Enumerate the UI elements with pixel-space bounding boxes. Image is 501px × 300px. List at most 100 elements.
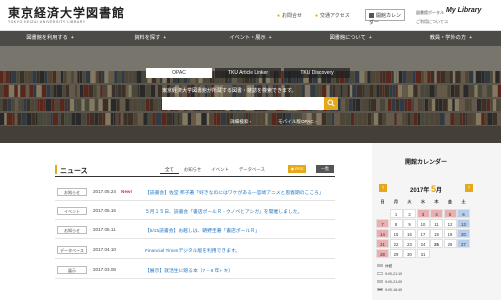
news-row: お知らせ 2017.05.24 New! 【読書会】佐堂 邦子著「好きなのにはワ… xyxy=(55,185,335,201)
nav-item-about[interactable]: 図書館について + xyxy=(301,31,401,46)
calendar-day[interactable]: 26 xyxy=(443,239,457,248)
calendar-icon xyxy=(369,13,374,18)
calendar-day[interactable]: 14 xyxy=(376,229,389,238)
calendar-month: 2017年 5月 xyxy=(410,184,443,194)
calendar-day xyxy=(430,249,443,258)
more-link[interactable]: もっと見る xyxy=(452,115,472,121)
calendar-day[interactable]: 24 xyxy=(416,239,430,248)
rss-button[interactable]: ◉ RSS xyxy=(288,165,306,173)
news-filters: 全て お知らせ イベント データベース xyxy=(160,167,270,174)
category-badge: お知らせ xyxy=(57,188,87,196)
calendar-day xyxy=(457,249,470,258)
calendar-day[interactable]: 10 xyxy=(416,219,430,228)
calendar-day[interactable]: 15 xyxy=(389,229,403,238)
category-badge: データベース xyxy=(57,246,87,254)
news-link[interactable]: Financial Timesデジタル版を利用できます。 xyxy=(145,247,240,254)
header-link-contact[interactable]: ● お問合せ xyxy=(277,12,302,19)
calendar-day[interactable]: 21 xyxy=(376,239,389,248)
my-library-link[interactable]: My Library xyxy=(446,7,481,14)
news-link[interactable]: 【展示】就活生に贈る本（7 ‒ 8 年+ キ） xyxy=(145,267,233,274)
rss-icon: ◉ xyxy=(290,166,295,171)
prev-month-button[interactable]: ‹ xyxy=(379,184,387,192)
weekday-label: 月 xyxy=(393,199,399,204)
filter-database[interactable]: データベース xyxy=(234,167,270,174)
nav-item-search[interactable]: 資料を探す + xyxy=(100,31,200,46)
news-link[interactable]: ５月１５日、読書会「書店ポールＲ - クノペとアシガ」を開催しました。 xyxy=(145,208,302,215)
calendar-day[interactable]: 25 xyxy=(430,239,443,248)
header-link-access[interactable]: ● 交通アクセス xyxy=(315,12,350,19)
plus-icon: + xyxy=(163,35,167,41)
tab-article-linker[interactable]: TKU Article Linker xyxy=(215,68,281,78)
news-link[interactable]: 【読書会】佐堂 邦子著「好きなのにはワケがある―宮崎アニメと思春期のこころ」 xyxy=(145,189,324,196)
search-icon xyxy=(327,99,335,107)
search-description: 東京経済大学図書館が所蔵する図書・雑誌を検索できます。 xyxy=(162,88,297,94)
calendar-day[interactable]: 23 xyxy=(403,239,416,248)
calendar-day xyxy=(376,209,389,218)
calendar-day[interactable]: 31 xyxy=(416,249,430,258)
calendar-day[interactable]: 30 xyxy=(403,249,416,258)
nav-item-faculty[interactable]: 教員・学外の方 + xyxy=(401,31,501,46)
legend-item: 休館 xyxy=(377,264,392,269)
filter-event[interactable]: イベント xyxy=(206,167,234,174)
calendar-day[interactable]: 12 xyxy=(443,219,457,228)
weekday-label: 金 xyxy=(447,199,453,204)
advanced-search-link[interactable]: 詳細検索 ▫ xyxy=(230,119,251,125)
calendar-day[interactable]: 13 xyxy=(457,219,470,228)
calendar-day[interactable]: 28 xyxy=(376,249,389,258)
mobile-opac-link[interactable]: モバイル版OPAC ▫ xyxy=(278,119,317,125)
portal-guide-link[interactable]: ご利用についてコ xyxy=(416,19,448,25)
category-badge: 展示 xyxy=(57,266,87,274)
calendar-day[interactable]: 19 xyxy=(443,229,457,238)
next-month-button[interactable]: › xyxy=(465,184,473,192)
weekday-label: 木 xyxy=(434,199,439,204)
filter-notice[interactable]: お知らせ xyxy=(179,167,206,174)
main-nav: 図書館を利用する + 資料を探す + イベント・展示 + 図書館について + 教員・学外… xyxy=(0,31,501,46)
weekday-label: 火 xyxy=(407,199,412,204)
calendar-day[interactable]: 9 xyxy=(403,219,416,228)
search-tabs: OPAC TKU Article Linker TKU Discovery xyxy=(146,68,350,78)
site-logo-subtitle: TOKYO KEIZAI UNIVERSITY LIBRARY xyxy=(8,20,86,24)
calendar-day[interactable]: 2 xyxy=(403,209,416,218)
calendar-day[interactable]: 5 xyxy=(443,209,457,218)
calendar-day[interactable]: 3 xyxy=(416,209,430,218)
calendar-day[interactable]: 16 xyxy=(403,229,416,238)
calendar-day[interactable]: 18 xyxy=(430,229,443,238)
legend-label: 9:00-21:10 xyxy=(385,272,403,276)
calendar-day[interactable]: 8 xyxy=(389,219,403,228)
nav-item-events[interactable]: イベント・展示 + xyxy=(200,31,300,46)
calendar-day[interactable]: 22 xyxy=(389,239,403,248)
calendar-day[interactable]: 29 xyxy=(389,249,403,258)
calendar-day[interactable]: 27 xyxy=(457,239,470,248)
filter-all[interactable]: 全て xyxy=(160,167,179,174)
nav-item-use[interactable]: 図書館を利用する + xyxy=(0,31,100,46)
category-badge: お知らせ xyxy=(57,226,87,234)
legend-swatch xyxy=(377,288,383,291)
calendar-day[interactable]: 6 xyxy=(457,209,470,218)
legend-item: 9:00-21:10 xyxy=(377,272,402,276)
search-input[interactable] xyxy=(162,97,324,110)
tab-discovery[interactable]: TKU Discovery xyxy=(284,68,350,78)
legend-label: 9:00-16:45 xyxy=(385,288,403,292)
calendar-day[interactable]: 17 xyxy=(416,229,430,238)
calendar-day[interactable]: 11 xyxy=(430,219,443,228)
divider xyxy=(55,176,335,177)
calendar-day[interactable]: 7 xyxy=(376,219,389,228)
weekday-label: 水 xyxy=(420,199,426,204)
search-button[interactable] xyxy=(324,97,338,110)
new-badge: New! xyxy=(121,189,132,194)
list-button[interactable]: 一覧 xyxy=(316,165,334,173)
plus-icon: + xyxy=(469,35,473,41)
news-link[interactable]: 【5/15読書会】お越しは、朝野圭著「書店ポールＲ」 xyxy=(145,227,260,234)
site-header: 東京経済大学図書館 TOKYO KEIZAI UNIVERSITY LIBRAR… xyxy=(0,0,501,31)
tab-opac[interactable]: OPAC xyxy=(146,68,212,78)
plus-icon: + xyxy=(268,35,272,41)
calendar-day[interactable]: 1 xyxy=(389,209,403,218)
calendar-day[interactable]: 4 xyxy=(430,209,443,218)
calendar-button[interactable]: 開館カレンダー xyxy=(365,9,405,26)
site-logo[interactable]: 東京経済大学図書館 xyxy=(8,4,125,21)
calendar-day xyxy=(444,249,457,258)
calendar-day[interactable]: 20 xyxy=(457,229,470,238)
plus-icon: + xyxy=(70,35,74,41)
news-date: 2017.05.24 xyxy=(93,189,116,194)
bullet-icon: ● xyxy=(315,13,319,19)
